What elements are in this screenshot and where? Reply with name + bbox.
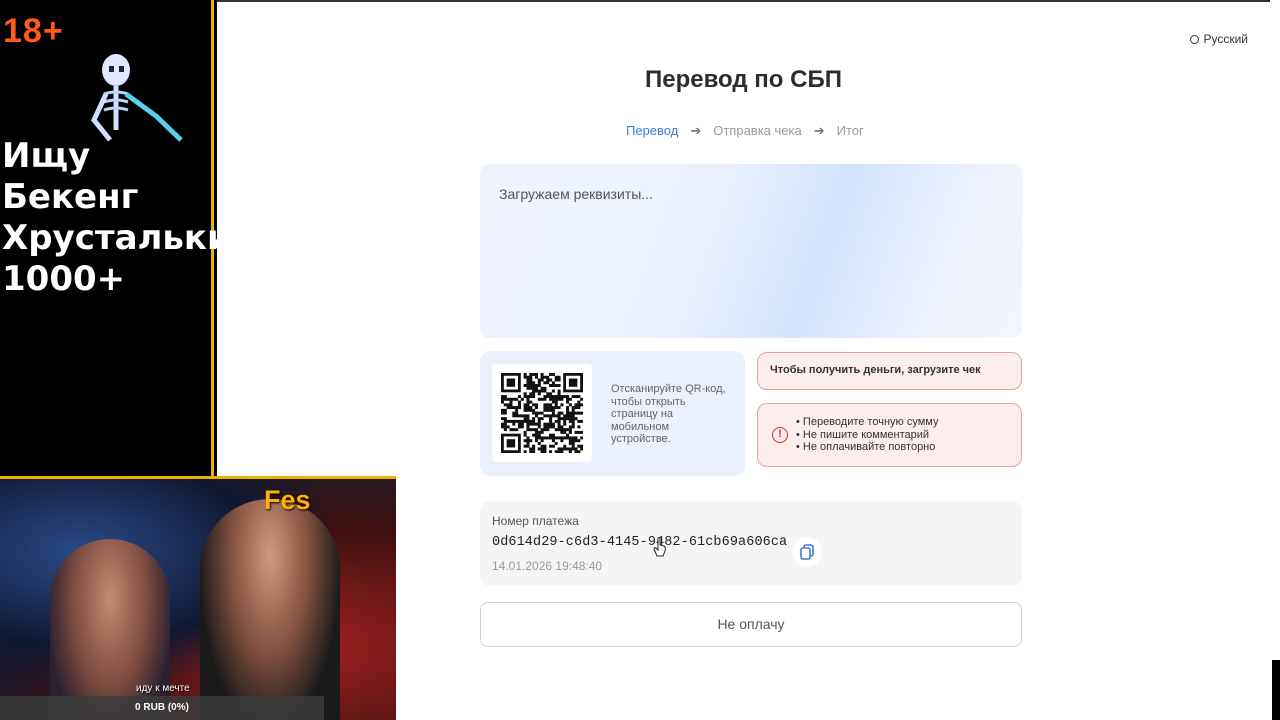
streamer-name: Fes [264,485,311,515]
donation-goal-bar: 0 RUB (0%) [0,696,324,720]
arrow-right-icon: ➔ [690,123,702,138]
webcam-overlay: Fes иду к мечте 0 RUB (0%) [0,476,396,720]
copy-icon [800,544,814,560]
arrow-right-icon: ➔ [813,123,825,138]
warning-list: Переводите точную сумму Не пишите коммен… [796,416,939,454]
decline-payment-button[interactable]: Не оплачу [480,602,1022,647]
screen-edge-dark [1272,660,1280,720]
globe-icon [1190,35,1200,44]
requisites-loading-box: Загружаем реквизиты... [480,164,1022,338]
language-selector[interactable]: Русский [1190,32,1248,46]
payment-info-card: Номер платежа 0d614d29-c6d3-4145-9482-61… [480,501,1022,586]
language-label: Русский [1203,32,1248,46]
qr-code [492,364,592,462]
warning-item: Не пишите комментарий [796,429,938,442]
upload-receipt-notice: Чтобы получить деньги, загрузите чек [757,352,1022,390]
qr-card: Отсканируйте QR-код, чтобы открыть стран… [480,351,745,476]
stream-overlay-panel: 18+ Ищу Бекенг Хрустальки 1000+ [0,0,231,478]
overlay-text: Ищу Бекенг Хрустальки 1000+ [2,136,231,299]
alert-circle-icon: ! [772,427,788,443]
stepper: Перевод ➔ Отправка чека ➔ Итог [626,123,864,139]
qr-hint-text: Отсканируйте QR-код, чтобы открыть стран… [611,383,726,445]
mouse-cursor-icon [653,537,666,557]
step-result: Итог [836,123,864,138]
screen-edge [1270,0,1280,720]
skeleton-icon [91,54,183,142]
payment-number-value: 0d614d29-c6d3-4145-9482-61cb69a606ca [492,535,788,550]
payment-datetime: 14.01.2026 19:48:40 [492,559,603,573]
webcam-caption: иду к мечте [136,683,190,694]
age-rating-badge: 18+ [3,12,64,50]
loading-text: Загружаем реквизиты... [499,186,653,202]
streamer-figure [200,499,340,720]
warning-item: Не оплачивайте повторно [796,441,938,454]
step-transfer: Перевод [626,123,679,138]
payment-number-label: Номер платежа [492,514,579,528]
warning-item: Переводите точную сумму [796,416,939,429]
warning-box: ! Переводите точную сумму Не пишите комм… [757,403,1022,467]
page-title: Перевод по СБП [645,66,842,93]
copy-button[interactable] [792,537,822,567]
step-receipt: Отправка чека [713,123,802,138]
